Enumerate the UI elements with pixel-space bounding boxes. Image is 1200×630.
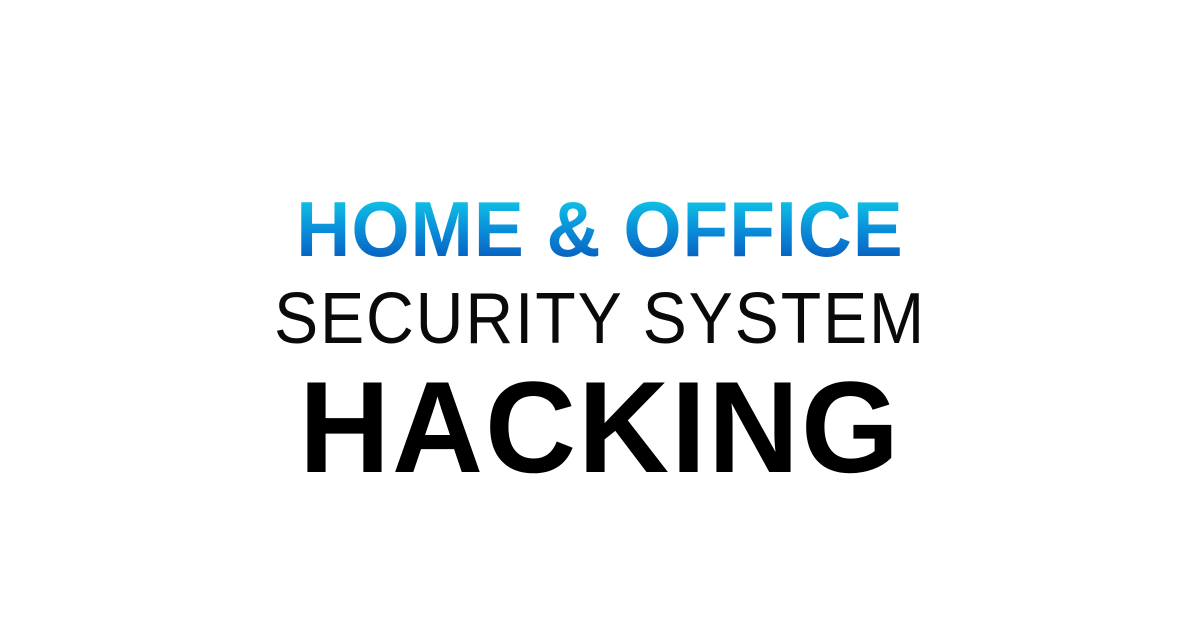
headline-line-security-system: SECURITY SYSTEM	[273, 279, 927, 359]
banner-canvas: HOME & OFFICE SECURITY SYSTEM HACKING	[0, 0, 1200, 630]
headline-line-home-office: HOME & OFFICE	[24, 190, 1176, 268]
headline-line-hacking: HACKING	[298, 354, 902, 500]
headline-block: HOME & OFFICE SECURITY SYSTEM HACKING	[0, 0, 1200, 630]
